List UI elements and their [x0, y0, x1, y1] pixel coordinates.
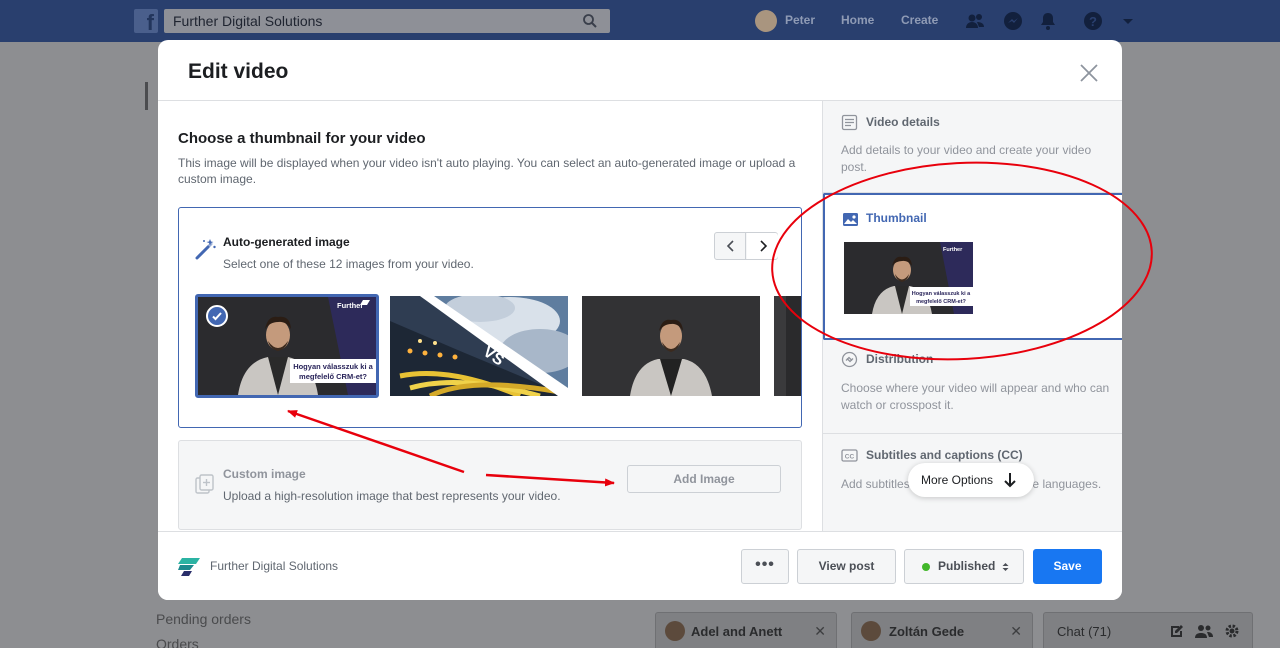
search-input[interactable]: Further Digital Solutions [173, 13, 322, 29]
next-thumbnails-button[interactable] [747, 233, 778, 259]
chat-tab[interactable]: Adel and Anett ✕ [655, 612, 837, 648]
more-actions-button[interactable]: ••• [741, 549, 789, 584]
create-link[interactable]: Create [901, 13, 938, 27]
svg-text:CC: CC [845, 454, 855, 461]
close-icon[interactable]: ✕ [1010, 623, 1022, 640]
selected-check-icon [206, 305, 228, 327]
help-icon[interactable]: ? [1083, 11, 1103, 31]
subtitles-title: Subtitles and captions (CC) [866, 448, 1023, 462]
friend-requests-icon[interactable] [965, 11, 985, 31]
svg-text:?: ? [1089, 14, 1097, 29]
thumbnail-option-selected[interactable]: Hogyan válasszuk ki a megfelelő CRM-et? … [195, 294, 379, 398]
custom-image-description: Upload a high-resolution image that best… [223, 489, 561, 503]
search-bar[interactable]: Further Digital Solutions [164, 9, 610, 33]
home-link[interactable]: Home [841, 13, 874, 27]
sort-caret-icon [1002, 563, 1009, 571]
add-image-button[interactable]: Add Image [627, 465, 781, 493]
speaker-video-frame: Hogyan válasszuk ki a megfelelő CRM-et? … [844, 242, 973, 314]
new-message-icon[interactable] [1169, 623, 1185, 639]
thumbnail-title: Thumbnail [866, 211, 927, 225]
notifications-bell-icon[interactable] [1038, 11, 1058, 31]
chat-avatar [665, 621, 685, 641]
publish-status-label: Published [938, 559, 996, 573]
pending-orders-link[interactable]: Pending orders [156, 611, 251, 627]
speaker-video-frame [582, 296, 760, 396]
publish-status-dropdown[interactable]: Published [904, 549, 1024, 584]
add-photo-icon [195, 474, 214, 494]
dialog-header: Edit video [158, 40, 1122, 101]
distribution-title: Distribution [866, 352, 934, 366]
new-group-icon[interactable] [1195, 623, 1213, 639]
chevron-left-icon [726, 240, 734, 252]
svg-text:megfelelő CRM-et?: megfelelő CRM-et? [299, 372, 367, 381]
further-logo-icon [178, 558, 200, 576]
profile-link[interactable]: Peter [785, 13, 815, 27]
magic-wand-icon [195, 239, 216, 260]
auto-generated-description: Select one of these 12 images from your … [223, 257, 474, 271]
distribution-description: Choose where your video will appear and … [841, 381, 1110, 412]
edit-video-dialog: Edit video Choose a thumbnail for your v… [158, 40, 1122, 600]
thumbnail-pager [714, 232, 778, 260]
chat-tab-name: Zoltán Gede [889, 624, 965, 639]
thumbnail-carousel: Hogyan válasszuk ki a megfelelő CRM-et? … [195, 294, 801, 398]
messenger-icon[interactable] [1003, 11, 1023, 31]
auto-generated-title: Auto-generated image [223, 235, 350, 249]
status-dot [922, 563, 930, 571]
thumbnail-option[interactable] [582, 296, 760, 396]
more-options-label: More Options [921, 473, 994, 487]
video-details-title: Video details [866, 115, 940, 129]
chat-tab-name: Adel and Anett [691, 624, 783, 639]
svg-text:Hogyan válasszuk ki a: Hogyan válasszuk ki a [912, 291, 971, 297]
chat-count-label: Chat (71) [1057, 624, 1112, 639]
user-avatar[interactable] [755, 10, 777, 32]
svg-text:Hogyan válasszuk ki a: Hogyan válasszuk ki a [293, 362, 373, 371]
dialog-footer: Further Digital Solutions ••• View post … [158, 531, 1122, 600]
custom-image-title: Custom image [223, 467, 306, 481]
custom-image-panel: Custom image Upload a high-resolution im… [178, 440, 802, 530]
document-icon [841, 114, 858, 131]
transition-video-frame: VS [390, 296, 568, 396]
chat-tab[interactable]: Zoltán Gede ✕ [851, 612, 1033, 648]
svg-text:megfelelő CRM-et?: megfelelő CRM-et? [916, 299, 966, 305]
gear-icon[interactable] [1224, 623, 1240, 639]
facebook-logo-icon[interactable]: f [134, 9, 158, 33]
account-menu-chevron-icon[interactable] [1120, 11, 1136, 31]
more-options-button[interactable]: More Options [908, 463, 1034, 497]
view-post-button[interactable]: View post [797, 549, 896, 584]
svg-text:Further: Further [943, 247, 963, 253]
page-nav-indicator [145, 82, 148, 110]
video-details-description: Add details to your video and create you… [841, 143, 1092, 174]
auto-generated-image-panel[interactable]: Auto-generated image Select one of these… [178, 207, 802, 428]
chevron-right-icon [760, 240, 768, 252]
thumbnail-option[interactable]: VS [390, 296, 568, 396]
share-icon [841, 351, 858, 368]
section-title: Choose a thumbnail for your video [178, 130, 426, 147]
thumbnail-editor: Choose a thumbnail for your video This i… [158, 101, 822, 531]
close-icon[interactable] [1078, 62, 1100, 84]
search-icon[interactable] [582, 13, 598, 29]
arrow-down-icon [1004, 473, 1016, 488]
close-icon[interactable]: ✕ [814, 623, 826, 640]
chat-avatar [861, 621, 881, 641]
save-button[interactable]: Save [1033, 549, 1102, 584]
sidebar-item-video-details[interactable]: Video details Add details to your video … [823, 101, 1122, 193]
chat-sidebar-tab[interactable]: Chat (71) [1043, 612, 1253, 648]
dialog-title: Edit video [188, 60, 289, 83]
facebook-top-bar: f Further Digital Solutions Peter Home C… [0, 0, 1280, 42]
previous-thumbnails-button[interactable] [715, 233, 746, 259]
speaker-video-frame [774, 296, 801, 396]
thumbnail-option[interactable] [774, 296, 801, 396]
svg-text:Further: Further [337, 301, 363, 310]
closed-captions-icon: CC [841, 449, 858, 462]
thumbnail-preview: Hogyan válasszuk ki a megfelelő CRM-et? … [844, 242, 973, 314]
sidebar-item-thumbnail[interactable]: Thumbnail Hogyan válasszuk ki a megfelel… [823, 193, 1122, 340]
sidebar-item-distribution[interactable]: Distribution Choose where your video wil… [823, 340, 1122, 434]
orders-link[interactable]: Orders [156, 636, 199, 648]
section-description: This image will be displayed when your v… [178, 156, 796, 186]
image-icon [843, 213, 858, 226]
page-name: Further Digital Solutions [210, 559, 339, 573]
